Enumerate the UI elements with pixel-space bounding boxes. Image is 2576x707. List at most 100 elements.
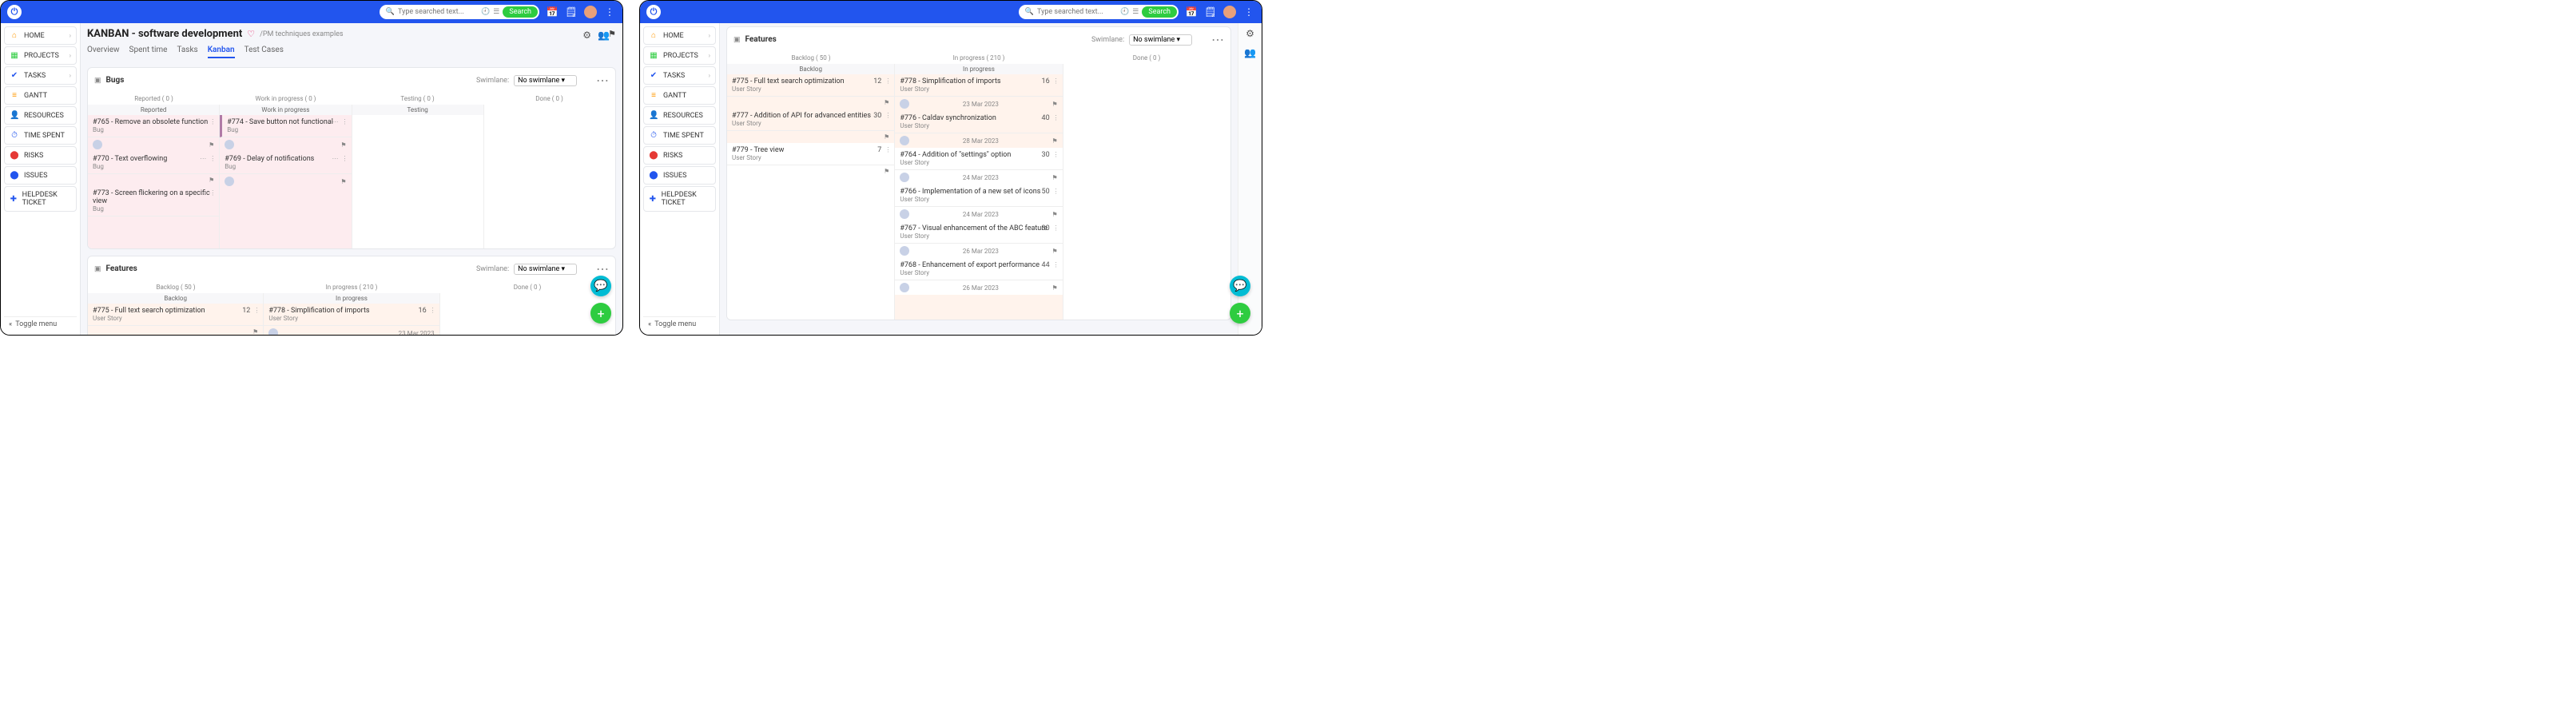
sidebar-item-helpdesk[interactable]: ✚HELPDESK TICKET: [643, 186, 716, 212]
chat-fab[interactable]: 💬: [1230, 276, 1250, 296]
kanban-column-done[interactable]: [1063, 64, 1230, 320]
flag-icon[interactable]: ⚑: [209, 177, 214, 184]
kanban-card[interactable]: #778 - Simplification of importsUser Sto…: [264, 304, 439, 326]
avatar[interactable]: [900, 99, 909, 109]
tab-overview[interactable]: Overview: [87, 43, 120, 58]
kanban-card[interactable]: #766 - Implementation of a new set of ic…: [895, 185, 1062, 207]
gear-icon[interactable]: ⚙: [582, 30, 591, 41]
drag-icon[interactable]: ⋮: [342, 155, 348, 162]
sidebar-item-resources[interactable]: 👤RESOURCES: [643, 106, 716, 125]
kanban-card[interactable]: #765 - Remove an obsolete functionBug⋯⋮: [88, 115, 219, 137]
sidebar-item-projects[interactable]: ▦PROJECTS›: [643, 46, 716, 65]
sidebar-item-helpdesk[interactable]: ✚HELPDESK TICKET: [4, 186, 77, 212]
avatar[interactable]: [900, 209, 909, 219]
drag-icon[interactable]: ⋮: [1053, 151, 1059, 159]
sidebar-item-home[interactable]: ⌂HOME›: [4, 26, 77, 45]
tab-spenttime[interactable]: Spent time: [129, 43, 168, 58]
kanban-card[interactable]: #778 - Simplification of importsUser Sto…: [895, 74, 1062, 97]
kanban-column-backlog[interactable]: Backlog #775 - Full text search optimiza…: [88, 293, 264, 335]
sidebar-item-timespent[interactable]: ⏱TIME SPENT: [643, 126, 716, 145]
kanban-column-done[interactable]: [440, 293, 615, 335]
notes-icon[interactable]: 🗒: [1204, 6, 1217, 18]
drag-icon[interactable]: ⋮: [209, 155, 216, 162]
avatar[interactable]: [900, 173, 909, 182]
kanban-column-reported[interactable]: Reported #765 - Remove an obsolete funct…: [88, 105, 220, 248]
people-icon[interactable]: 👥: [598, 30, 610, 41]
calendar-icon[interactable]: 📅: [546, 6, 559, 18]
gear-icon[interactable]: ⚙: [1246, 28, 1254, 39]
drag-icon[interactable]: ⋮: [885, 146, 891, 154]
kanban-card[interactable]: #768 - Enhancement of export performance…: [895, 258, 1062, 280]
flag-icon[interactable]: ⚑: [1051, 174, 1057, 181]
kanban-card[interactable]: #773 - Screen flickering on a specific v…: [88, 186, 219, 216]
drag-icon[interactable]: ⋮: [1053, 114, 1059, 122]
clock-icon[interactable]: 🕘: [481, 8, 490, 16]
chat-fab[interactable]: 💬: [590, 276, 611, 296]
kanban-card[interactable]: #770 - Text overflowingBug⋯⋮: [88, 152, 219, 174]
sidebar-item-resources[interactable]: 👤RESOURCES: [4, 106, 77, 125]
notes-icon[interactable]: 🗒: [565, 6, 578, 18]
add-fab[interactable]: +: [1230, 303, 1250, 324]
avatar[interactable]: [225, 177, 234, 186]
swimlane-select[interactable]: No swimlane ▾: [1129, 34, 1192, 46]
kanban-column-inprogress[interactable]: In progress #778 - Simplification of imp…: [895, 64, 1063, 320]
kanban-card[interactable]: #777 - Addition of API for advanced enti…: [727, 109, 894, 131]
flag-icon[interactable]: ⚑: [1051, 101, 1057, 108]
kanban-card[interactable]: #774 - Save button not functionalBug⋯⋮: [220, 115, 351, 137]
tab-kanban[interactable]: Kanban: [208, 43, 235, 58]
more-icon[interactable]: ⋯: [200, 155, 206, 162]
flag-icon[interactable]: ⚑: [884, 133, 889, 141]
sidebar-item-tasks[interactable]: ✔TASKS›: [643, 66, 716, 85]
more-icon[interactable]: ⋯: [332, 155, 339, 162]
kanban-card[interactable]: #775 - Full text search optimizationUser…: [88, 304, 263, 326]
kanban-card[interactable]: #775 - Full text search optimizationUser…: [727, 74, 894, 97]
drag-icon[interactable]: ⋮: [253, 307, 260, 315]
sidebar-item-gantt[interactable]: ≡GANTT: [4, 86, 77, 105]
flag-icon[interactable]: ⚑: [252, 328, 258, 335]
avatar[interactable]: [900, 283, 909, 292]
kanban-card[interactable]: #764 - Addition of "settings" optionUser…: [895, 148, 1062, 170]
avatar[interactable]: [900, 136, 909, 145]
drag-icon[interactable]: ⋮: [209, 189, 216, 197]
search-input[interactable]: [1037, 8, 1117, 16]
drag-icon[interactable]: ⋮: [1053, 77, 1059, 85]
flag-icon[interactable]: ⚑: [1051, 211, 1057, 218]
sidebar-item-tasks[interactable]: ✔TASKS›: [4, 66, 77, 85]
avatar[interactable]: [584, 6, 597, 18]
avatar[interactable]: [225, 140, 234, 149]
swimlane-select[interactable]: No swimlane ▾: [514, 264, 577, 275]
drag-icon[interactable]: ⋮: [1053, 188, 1059, 196]
drag-icon[interactable]: ⋮: [430, 307, 436, 315]
sidebar-item-issues[interactable]: ⬤ISSUES: [4, 166, 77, 185]
more-icon[interactable]: ⋯: [200, 189, 206, 197]
kanban-column-backlog[interactable]: Backlog #775 - Full text search optimiza…: [727, 64, 895, 320]
sidebar-item-issues[interactable]: ⬤ISSUES: [643, 166, 716, 185]
kanban-card[interactable]: #779 - Tree viewUser Story7⋮: [727, 143, 894, 165]
flag-icon[interactable]: ⚑: [1051, 284, 1057, 292]
avatar[interactable]: [268, 328, 278, 335]
avatar[interactable]: [900, 246, 909, 256]
drag-icon[interactable]: ⋮: [342, 118, 348, 125]
breadcrumb[interactable]: /PM techniques examples: [260, 30, 343, 38]
kebab-icon[interactable]: ⋮: [603, 6, 616, 18]
kanban-column-done[interactable]: [484, 105, 615, 248]
flag-icon[interactable]: ⚑: [340, 141, 346, 149]
heart-icon[interactable]: ♡: [247, 29, 255, 39]
more-icon[interactable]: ⋯: [1211, 32, 1224, 47]
kanban-card[interactable]: #769 - Delay of notificationsBug⋯⋮: [220, 152, 351, 174]
flag-icon[interactable]: ⚑: [884, 168, 889, 175]
toggle-menu[interactable]: «Toggle menu: [643, 316, 716, 332]
kanban-column-inprogress[interactable]: In progress #778 - Simplification of imp…: [264, 293, 439, 335]
filter-icon[interactable]: ☰: [493, 8, 499, 16]
avatar[interactable]: [1223, 6, 1236, 18]
search-box[interactable]: 🔍 🕘 ☰ Search: [1019, 5, 1179, 19]
avatar[interactable]: [93, 140, 102, 149]
kanban-column-wip[interactable]: Work in progress #774 - Save button not …: [220, 105, 352, 248]
drag-icon[interactable]: ⋮: [1053, 224, 1059, 232]
filter-icon[interactable]: ☰: [1132, 8, 1139, 16]
drag-icon[interactable]: ⋮: [209, 118, 216, 125]
flag-icon[interactable]: ⚑: [209, 141, 214, 149]
flag-icon[interactable]: ⚑: [1051, 248, 1057, 255]
kanban-card[interactable]: #776 - Caldav synchronizationUser Story4…: [895, 111, 1062, 133]
flag-icon[interactable]: ⚑: [884, 99, 889, 106]
